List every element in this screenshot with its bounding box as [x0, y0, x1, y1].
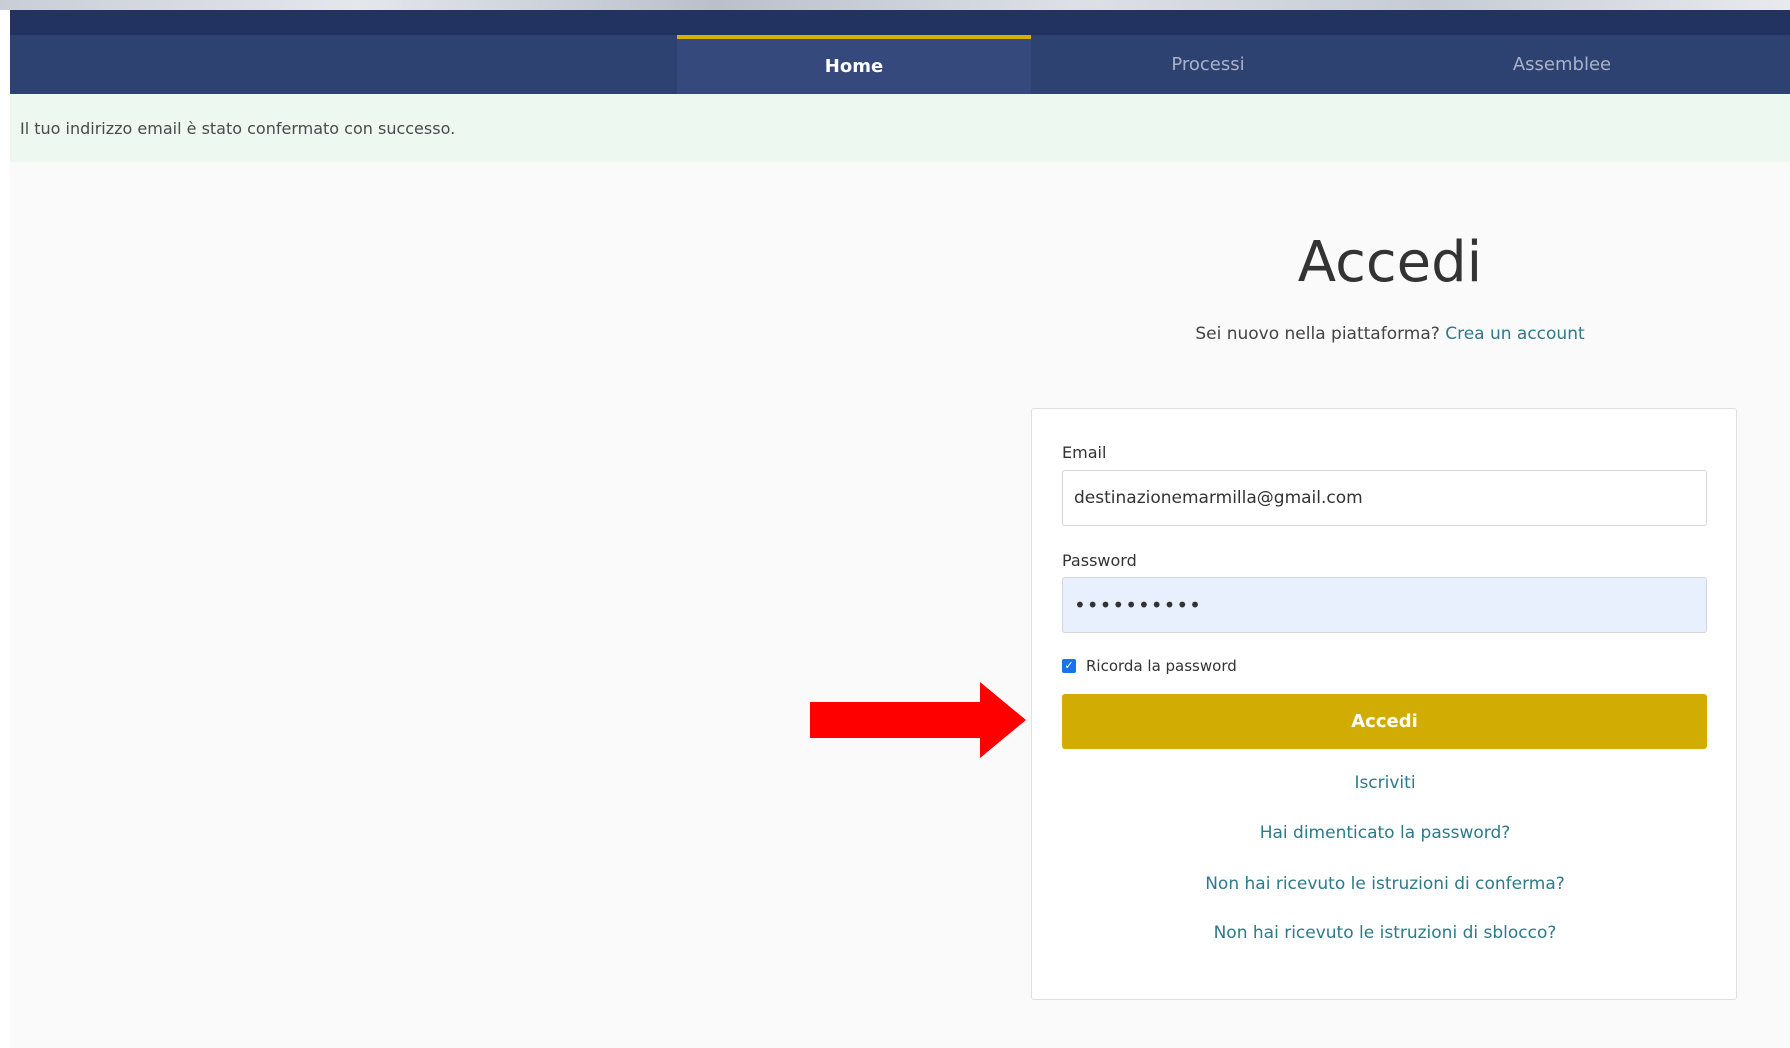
flash-message-text: Il tuo indirizzo email è stato confermat… — [20, 118, 456, 138]
password-label: Password — [1062, 551, 1137, 570]
tab-home[interactable]: Home — [677, 35, 1031, 94]
annotation-arrow-icon — [810, 682, 1026, 758]
resend-confirmation-link[interactable]: Non hai ricevuto le istruzioni di confer… — [1032, 874, 1738, 894]
page-title: Accedi — [1297, 230, 1483, 295]
create-account-link[interactable]: Crea un account — [1445, 324, 1584, 344]
header-band — [10, 10, 1790, 35]
remember-password-row: ✓ Ricorda la password — [1062, 657, 1237, 675]
login-submit-button[interactable]: Accedi — [1062, 694, 1707, 749]
page: Home Processi Assemblee Il tuo indirizzo… — [10, 10, 1790, 1048]
password-field[interactable] — [1062, 577, 1707, 633]
signup-prompt: Sei nuovo nella piattaforma? Crea un acc… — [1015, 324, 1765, 344]
register-link[interactable]: Iscriviti — [1032, 773, 1738, 793]
new-user-prompt: Sei nuovo nella piattaforma? — [1195, 324, 1440, 344]
main-navbar: Home Processi Assemblee — [10, 35, 1790, 94]
forgot-password-link[interactable]: Hai dimenticato la password? — [1032, 823, 1738, 843]
email-field[interactable] — [1062, 470, 1707, 526]
flash-message: Il tuo indirizzo email è stato confermat… — [10, 94, 1790, 162]
email-label: Email — [1062, 443, 1107, 462]
resend-unlock-link[interactable]: Non hai ricevuto le istruzioni di sblocc… — [1032, 923, 1738, 943]
tab-processi[interactable]: Processi — [1031, 35, 1385, 94]
login-form: Email Password ✓ Ricorda la password Acc… — [1031, 408, 1737, 1000]
tab-assemblee[interactable]: Assemblee — [1385, 35, 1739, 94]
banner-edge — [0, 0, 1790, 10]
remember-password-label[interactable]: Ricorda la password — [1086, 657, 1237, 675]
screen: Home Processi Assemblee Il tuo indirizzo… — [0, 0, 1790, 1048]
remember-password-checkbox[interactable]: ✓ — [1062, 659, 1076, 673]
